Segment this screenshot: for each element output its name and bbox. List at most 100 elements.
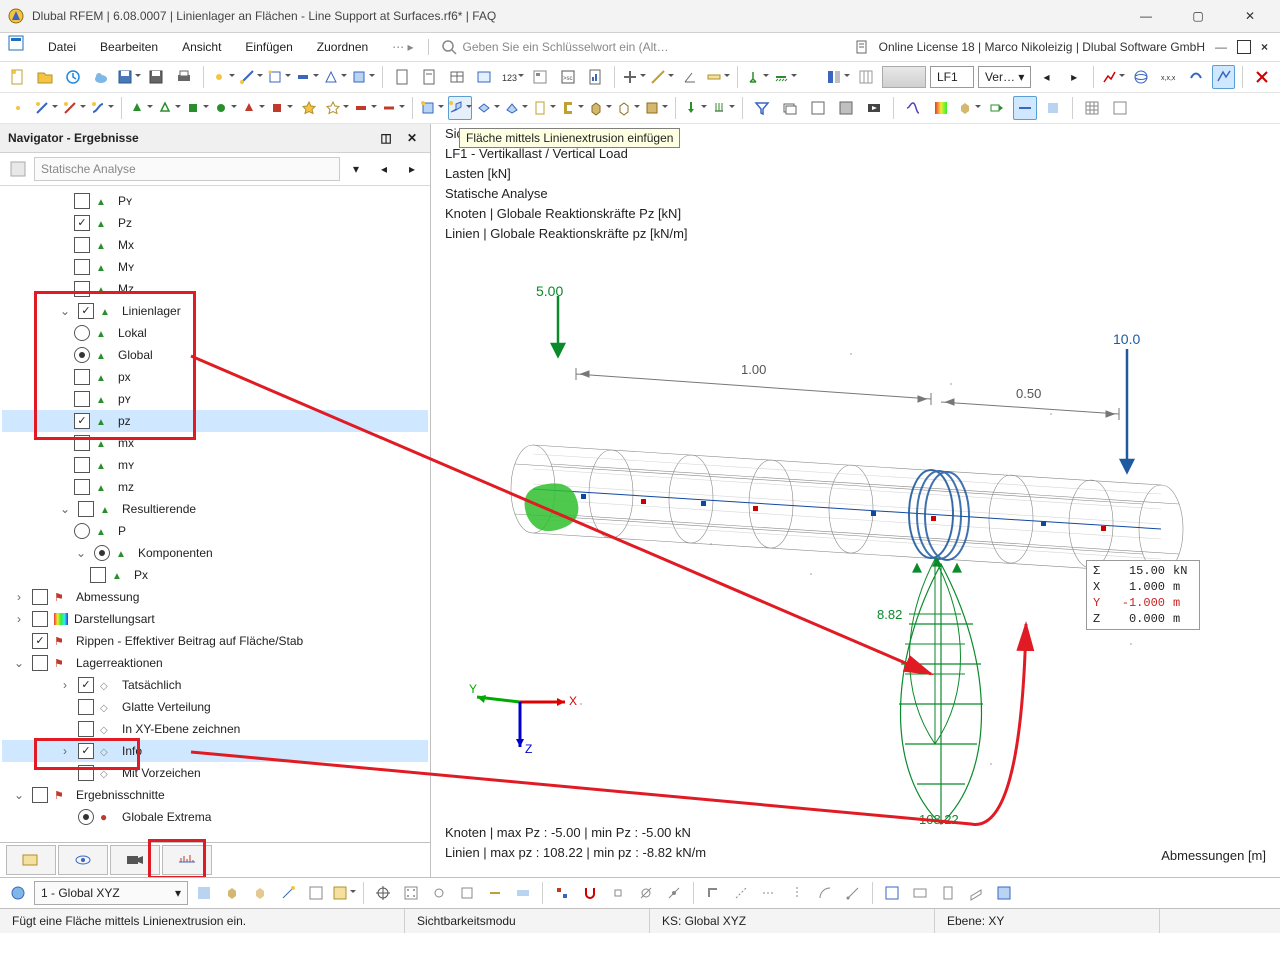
tool-a4[interactable] (295, 65, 319, 89)
media-icon[interactable] (862, 96, 886, 120)
close-button[interactable]: ✕ (1228, 1, 1272, 31)
measure-icon[interactable] (650, 65, 674, 89)
tree-globext[interactable]: ●Globale Extrema (2, 806, 428, 828)
osnap-1[interactable] (550, 881, 574, 905)
tree-komp[interactable]: ⌄Komponenten (2, 542, 428, 564)
tree-smz[interactable]: mᴢ (2, 476, 428, 498)
save-group-icon[interactable] (117, 65, 141, 89)
load-tool-1[interactable] (683, 96, 707, 120)
cap-icon[interactable] (1184, 65, 1208, 89)
iso-icon[interactable] (957, 96, 981, 120)
support-red-2[interactable] (269, 96, 293, 120)
osnap-3[interactable] (606, 881, 630, 905)
layers-icon-3[interactable] (834, 96, 858, 120)
plane-icon-3[interactable] (964, 881, 988, 905)
tag-icon[interactable] (985, 96, 1009, 120)
red-tool-2[interactable] (381, 96, 405, 120)
open-file-icon[interactable] (34, 65, 58, 89)
support-green-3[interactable] (185, 96, 209, 120)
cs-icon-6[interactable] (332, 881, 356, 905)
result-icon-1[interactable] (1101, 65, 1125, 89)
cs-icon-5[interactable] (304, 881, 328, 905)
tree-pz[interactable]: Pᴢ (2, 212, 428, 234)
globe-icon[interactable] (1129, 65, 1153, 89)
stats-icon[interactable] (583, 65, 607, 89)
next-lc-icon[interactable]: ▸ (1062, 65, 1086, 89)
cs-icon-3[interactable] (248, 881, 272, 905)
tree-smy[interactable]: mʏ (2, 454, 428, 476)
tab-display[interactable] (58, 845, 108, 875)
tree-tats[interactable]: ›Tatsächlich (2, 674, 428, 696)
view-toggle-1[interactable] (826, 65, 850, 89)
support-icon-2[interactable] (773, 65, 797, 89)
track-2[interactable] (757, 881, 781, 905)
angle-icon[interactable] (678, 65, 702, 89)
snap-icon-1[interactable] (371, 881, 395, 905)
tree-resultierende[interactable]: ⌄Resultierende (2, 498, 428, 520)
sec-tool-2[interactable] (560, 96, 584, 120)
menu-datei[interactable]: Datei (38, 33, 86, 61)
plane-icon-4[interactable] (992, 881, 1016, 905)
menu-ansicht[interactable]: Ansicht (172, 33, 231, 61)
tree-spz[interactable]: pᴢ (2, 410, 428, 432)
snap-icon-3[interactable] (427, 881, 451, 905)
print-icon[interactable] (172, 65, 196, 89)
ortho-icon[interactable] (701, 881, 725, 905)
snap-icon-5[interactable] (483, 881, 507, 905)
grid2-icon[interactable] (1080, 96, 1104, 120)
keyword-search[interactable]: Geben Sie ein Schlüsselwort ein (Alt… (428, 39, 851, 55)
load-tool-2[interactable] (711, 96, 735, 120)
support-green-2[interactable] (157, 96, 181, 120)
track-5[interactable] (841, 881, 865, 905)
cloud-icon[interactable] (89, 65, 113, 89)
menu-einfuegen[interactable]: Einfügen (235, 33, 302, 61)
node-icon[interactable] (6, 96, 30, 120)
curve-icon[interactable] (90, 96, 114, 120)
red-tool-1[interactable] (353, 96, 377, 120)
line-res-icon[interactable] (1013, 96, 1037, 120)
prop-icon[interactable] (528, 65, 552, 89)
snap-grid-icon[interactable] (399, 881, 423, 905)
menu-bearbeiten[interactable]: Bearbeiten (90, 33, 168, 61)
plane-icon-2[interactable] (936, 881, 960, 905)
tree-abmessung[interactable]: ›Abmessung (2, 586, 428, 608)
support-green-4[interactable] (213, 96, 237, 120)
tool-a1[interactable] (211, 65, 235, 89)
load-case-value[interactable]: Ver… ▾ (978, 66, 1031, 88)
surf-tool-3[interactable] (476, 96, 500, 120)
cs-icon-2[interactable] (220, 881, 244, 905)
combo-dd-icon[interactable]: ▾ (344, 157, 368, 181)
surf-tool-1[interactable] (420, 96, 444, 120)
script-icon[interactable]: >sc (556, 65, 580, 89)
snap-icon-6[interactable] (511, 881, 535, 905)
surf-tool-4[interactable] (504, 96, 528, 120)
tool-a6[interactable] (351, 65, 375, 89)
tree-lokal[interactable]: Lokal (2, 322, 428, 344)
tab-results[interactable] (162, 845, 212, 875)
table2-icon[interactable] (473, 65, 497, 89)
load-case-selector[interactable]: LF1 (930, 66, 974, 88)
ruler-icon[interactable] (706, 65, 730, 89)
star-icon-1[interactable] (297, 96, 321, 120)
combo-prev-icon[interactable]: ◂ (372, 157, 396, 181)
tree-ergebnisschnitte[interactable]: ⌄Ergebnisschnitte (2, 784, 428, 806)
lf-toggle[interactable] (882, 66, 926, 88)
deform-icon[interactable] (901, 96, 925, 120)
history-icon[interactable] (61, 65, 85, 89)
tree-pxk[interactable]: Px (2, 564, 428, 586)
panel-close-icon[interactable]: ✕ (402, 128, 422, 148)
dock-icon[interactable]: ◫ (376, 128, 396, 148)
layers-icon-2[interactable] (806, 96, 830, 120)
tool-a5[interactable] (323, 65, 347, 89)
grid-icon[interactable] (854, 65, 878, 89)
navigator-tree[interactable]: Pʏ Pᴢ Mx Mʏ Mᴢ ⌄Linienlager Lokal Global… (0, 186, 430, 842)
surf-res-icon[interactable] (1041, 96, 1065, 120)
mdi-close-icon[interactable]: × (1261, 40, 1268, 54)
analysis-combo[interactable]: Statische Analyse (34, 157, 340, 181)
menu-zuordnen[interactable]: Zuordnen (307, 33, 378, 61)
view-mode-icon[interactable] (1212, 65, 1236, 89)
save-icon[interactable] (145, 65, 169, 89)
tree-darstellung[interactable]: ›Darstellungsart (2, 608, 428, 630)
tree-lagerreaktionen[interactable]: ⌄Lagerreaktionen (2, 652, 428, 674)
combo-next-icon[interactable]: ▸ (400, 157, 424, 181)
